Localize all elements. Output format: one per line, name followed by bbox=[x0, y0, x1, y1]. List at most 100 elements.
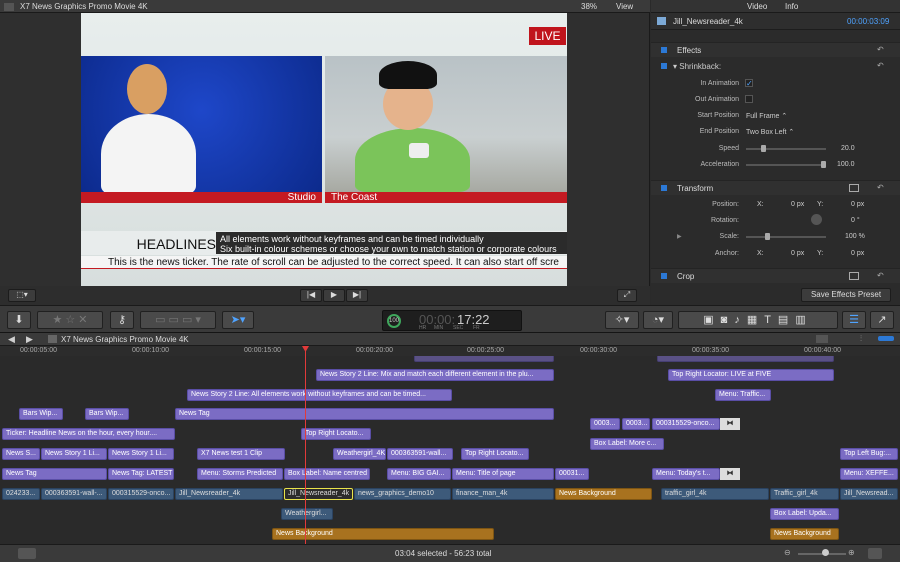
zoom-menu[interactable]: 38% bbox=[581, 2, 597, 11]
timeline-clip[interactable]: Bars Wip... bbox=[85, 408, 129, 420]
timeline-clip[interactable]: Top Right Locator: LIVE at FIVE bbox=[668, 369, 834, 381]
storyline-clip[interactable]: 000315529-onco... bbox=[108, 488, 174, 500]
connected-clip[interactable]: Weathergirl... bbox=[281, 508, 333, 520]
timeline-clip[interactable]: 000315529-onco... bbox=[652, 418, 720, 430]
timeline-ruler[interactable]: 00:00:05:00 00:00:10:00 00:00:15:00 00:0… bbox=[0, 346, 900, 356]
effects-toggle[interactable] bbox=[661, 47, 667, 53]
storyline-clip[interactable]: Jill_Newsreader_4k bbox=[175, 488, 283, 500]
timeline-clip[interactable]: Top Left Bug:... bbox=[840, 448, 898, 460]
timeline-clip[interactable]: 000363591-wall... bbox=[387, 448, 453, 460]
anchor-y-value[interactable]: 0 px bbox=[851, 250, 864, 257]
timeline-clip[interactable]: 0003... bbox=[590, 418, 620, 430]
timeline-clip[interactable]: News Tag: LATEST bbox=[108, 468, 174, 480]
rotation-dial[interactable] bbox=[811, 214, 822, 225]
transform-section[interactable]: Transform ↶ bbox=[651, 180, 900, 195]
play-icon[interactable]: ▶ bbox=[323, 289, 345, 302]
scale-value[interactable]: 100 % bbox=[845, 233, 865, 240]
share-icon[interactable]: ↗ bbox=[870, 311, 894, 329]
skimming-toggle[interactable] bbox=[878, 336, 894, 341]
storyline-clip[interactable]: news_graphics_demo10 bbox=[354, 488, 451, 500]
timeline-index-icon[interactable] bbox=[18, 548, 36, 559]
timeline-clip-partial[interactable] bbox=[657, 356, 834, 362]
timeline-clip[interactable]: Top Right Locato... bbox=[461, 448, 529, 460]
speed-value[interactable]: 20.0 bbox=[841, 145, 855, 152]
zoom-out-icon[interactable]: ⊖ bbox=[784, 548, 791, 557]
browser-buttons[interactable]: ▣◙♪▦T▤▥ bbox=[678, 311, 838, 329]
position-y-value[interactable]: 0 px bbox=[851, 201, 864, 208]
reset-shrinkback-icon[interactable]: ↶ bbox=[877, 61, 884, 70]
reset-crop-icon[interactable]: ↶ bbox=[877, 271, 884, 280]
in-animation-checkbox[interactable]: ✓ bbox=[745, 79, 753, 88]
timeline-clip[interactable]: News Tag bbox=[2, 468, 107, 480]
timeline-clip[interactable]: Menu: Today's t... bbox=[652, 468, 720, 480]
timeline-clip[interactable]: 0003... bbox=[622, 418, 650, 430]
inspector-toggle-icon[interactable]: ☰ bbox=[842, 311, 866, 329]
transform-onscreen-icon[interactable] bbox=[849, 184, 859, 192]
storyline-clip[interactable]: 000363591-wall-... bbox=[41, 488, 107, 500]
timeline-clip[interactable]: Menu: BIG GAI... bbox=[387, 468, 451, 480]
tab-info[interactable]: Info bbox=[785, 2, 798, 11]
rating-buttons[interactable]: ★ ☆ ✕ bbox=[37, 311, 103, 329]
timeline-clip[interactable]: Bars Wip... bbox=[19, 408, 63, 420]
storyline-clip[interactable]: Jill_Newsread... bbox=[840, 488, 898, 500]
audio-clip[interactable]: News Background bbox=[770, 528, 839, 540]
shrinkback-toggle[interactable] bbox=[661, 63, 667, 69]
next-frame-icon[interactable]: ▶| bbox=[346, 289, 368, 302]
storyline-clip[interactable]: Traffic_girl_4k bbox=[770, 488, 839, 500]
acceleration-slider[interactable] bbox=[746, 164, 826, 166]
timeline-clip[interactable]: Top Right Locato... bbox=[301, 428, 371, 440]
timeline-clip[interactable]: Ticker: Headline News on the hour, every… bbox=[2, 428, 175, 440]
snapping-icon[interactable]: ⫶ bbox=[860, 334, 862, 344]
keyword-icon[interactable]: ⚷ bbox=[110, 311, 134, 329]
back-arrow-icon[interactable]: ◀ bbox=[8, 334, 15, 345]
timeline-clip[interactable]: Box Label: Name centred bbox=[284, 468, 370, 480]
previous-frame-icon[interactable]: |◀ bbox=[300, 289, 322, 302]
zoom-in-icon[interactable]: ⊕ bbox=[848, 548, 855, 557]
timeline-clip[interactable]: X7 News test 1 Clip bbox=[197, 448, 285, 460]
timeline-clip[interactable]: News S... bbox=[2, 448, 40, 460]
timeline-clip[interactable]: News Story 2 Line: Mix and match each di… bbox=[316, 369, 554, 381]
position-x-value[interactable]: 0 px bbox=[791, 201, 804, 208]
start-position-select[interactable]: Full Frame ⌃ bbox=[746, 112, 787, 120]
crop-onscreen-icon[interactable] bbox=[849, 272, 859, 280]
import-icon[interactable]: ⬇ bbox=[7, 311, 31, 329]
timeline-clip-partial[interactable] bbox=[414, 356, 554, 362]
timeline-clip[interactable]: 00031... bbox=[555, 468, 589, 480]
out-animation-checkbox[interactable] bbox=[745, 95, 753, 103]
timeline-clip[interactable]: Box Label: Upda... bbox=[770, 508, 839, 520]
reset-effects-icon[interactable]: ↶ bbox=[877, 45, 884, 54]
scale-slider-knob[interactable] bbox=[765, 233, 770, 240]
storyline-clip[interactable]: News Background bbox=[555, 488, 652, 500]
shrinkback-row[interactable]: ▾ Shrinkback: ↶ bbox=[651, 59, 900, 74]
enhancements-icon[interactable]: ✧▾ bbox=[605, 311, 639, 329]
playhead[interactable] bbox=[305, 346, 306, 544]
timeline-clip[interactable]: News Story 1 Li... bbox=[41, 448, 107, 460]
scale-slider[interactable] bbox=[746, 236, 826, 238]
fullscreen-icon[interactable]: ⤢ bbox=[617, 289, 637, 302]
view-menu[interactable]: View bbox=[616, 2, 633, 11]
storyline-clip[interactable]: finance_man_4k bbox=[452, 488, 554, 500]
retime-icon[interactable]: ◔▾ bbox=[643, 311, 673, 329]
timeline-clip[interactable]: News Story 1 Li... bbox=[108, 448, 174, 460]
timeline-clip[interactable]: Menu: XEFFE... bbox=[840, 468, 898, 480]
effects-section[interactable]: Effects ↶ bbox=[651, 42, 900, 57]
transition-icon[interactable]: ⧓ bbox=[720, 418, 740, 430]
reset-transform-icon[interactable]: ↶ bbox=[877, 183, 884, 192]
forward-arrow-icon[interactable]: ▶ bbox=[26, 334, 33, 345]
timecode-display[interactable]: 100 00:00: 17:22 HR MIN SEC FR bbox=[382, 310, 522, 331]
speed-slider-knob[interactable] bbox=[761, 145, 766, 152]
transform-menu-icon[interactable]: ⬚▾ bbox=[8, 289, 36, 302]
anchor-x-value[interactable]: 0 px bbox=[791, 250, 804, 257]
storyline-clip[interactable]: 024233... bbox=[2, 488, 40, 500]
crop-section[interactable]: Crop ↶ bbox=[651, 268, 900, 283]
end-position-select[interactable]: Two Box Left ⌃ bbox=[746, 128, 794, 136]
rotation-value[interactable]: 0 ° bbox=[851, 217, 860, 224]
timeline-tracks[interactable]: News Story 2 Line: Mix and match each di… bbox=[0, 356, 900, 544]
timeline-clip[interactable]: Menu: Title of page bbox=[452, 468, 554, 480]
edit-buttons[interactable]: ▭ ▭ ▭ ▾ bbox=[140, 311, 216, 329]
acceleration-slider-knob[interactable] bbox=[821, 161, 826, 168]
timeline-clip[interactable]: Menu: Storms Predicted bbox=[197, 468, 283, 480]
storyline-clip-selected[interactable]: Jill_Newsreader_4k bbox=[284, 488, 353, 500]
timeline-clip[interactable]: Box Label: More c... bbox=[590, 438, 664, 450]
save-effects-preset-button[interactable]: Save Effects Preset bbox=[801, 288, 891, 302]
